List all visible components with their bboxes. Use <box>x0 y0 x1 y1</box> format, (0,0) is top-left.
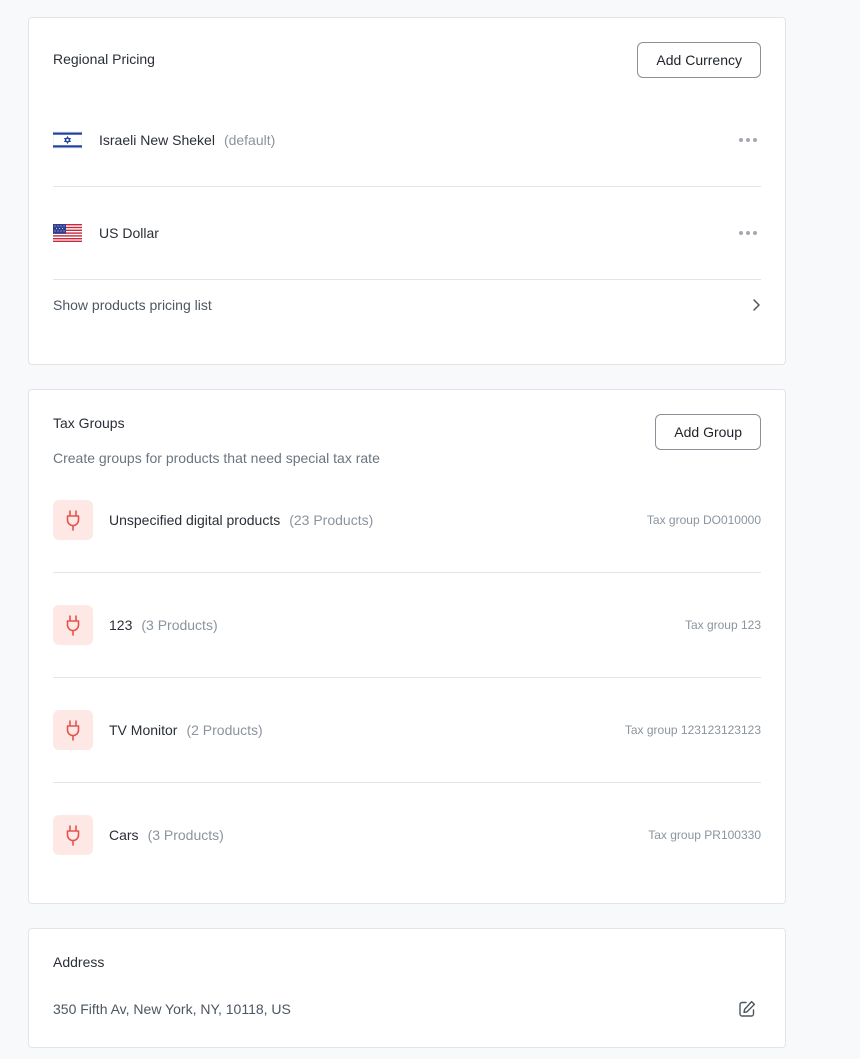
currency-name: US Dollar <box>99 224 159 241</box>
tax-group-name: 123 <box>109 616 133 633</box>
tax-group-code: Tax group DO010000 <box>646 512 761 527</box>
tax-groups-subtitle: Create groups for products that need spe… <box>53 450 380 466</box>
plug-icon <box>53 814 93 855</box>
tax-group-code: Tax group PR100330 <box>648 827 761 842</box>
plug-icon <box>53 709 93 750</box>
tax-group-count: (23 Products) <box>289 511 374 528</box>
tax-groups-title: Tax Groups <box>53 415 125 431</box>
show-pricing-list-link[interactable]: Show products pricing list <box>53 283 761 327</box>
add-group-button[interactable]: Add Group <box>655 414 761 450</box>
tax-group-row[interactable]: Unspecified digital products (23 Product… <box>53 467 761 573</box>
tax-group-name: Cars <box>109 826 139 843</box>
tax-group-row[interactable]: TV Monitor (2 Products) Tax group 123123… <box>53 677 761 783</box>
tax-group-count: (3 Products) <box>147 826 224 843</box>
tax-group-row[interactable]: Cars (3 Products) Tax group PR100330 <box>53 782 761 887</box>
usa-flag-icon <box>53 223 82 242</box>
regional-pricing-card: Regional Pricing Add Currency Israeli Ne… <box>28 17 786 365</box>
address-value: 350 Fifth Av, New York, NY, 10118, US <box>53 1001 291 1017</box>
currency-row-ils[interactable]: Israeli New Shekel (default) <box>53 93 761 187</box>
israel-flag-icon <box>53 130 82 149</box>
regional-pricing-title: Regional Pricing <box>53 51 155 67</box>
plug-icon <box>53 604 93 645</box>
add-currency-button[interactable]: Add Currency <box>637 42 761 78</box>
address-card: Address 350 Fifth Av, New York, NY, 1011… <box>28 928 786 1048</box>
show-pricing-list-label: Show products pricing list <box>53 297 212 313</box>
more-options-icon[interactable] <box>735 225 761 241</box>
tax-groups-card: Tax Groups Create groups for products th… <box>28 389 786 904</box>
default-tag: (default) <box>223 131 276 148</box>
tax-group-code: Tax group 123123123123 <box>624 722 761 737</box>
tax-group-row[interactable]: 123 (3 Products) Tax group 123 <box>53 572 761 678</box>
plug-icon <box>53 499 93 540</box>
currency-name: Israeli New Shekel <box>99 131 215 148</box>
more-options-icon[interactable] <box>735 132 761 148</box>
edit-icon[interactable] <box>737 999 757 1019</box>
tax-group-count: (3 Products) <box>141 616 218 633</box>
tax-group-code: Tax group 123 <box>684 617 761 632</box>
tax-group-name: Unspecified digital products <box>109 511 281 528</box>
address-title: Address <box>53 954 105 970</box>
tax-group-count: (2 Products) <box>186 721 263 738</box>
chevron-right-icon <box>753 299 760 311</box>
tax-group-name: TV Monitor <box>109 721 178 738</box>
currency-row-usd[interactable]: US Dollar <box>53 186 761 280</box>
